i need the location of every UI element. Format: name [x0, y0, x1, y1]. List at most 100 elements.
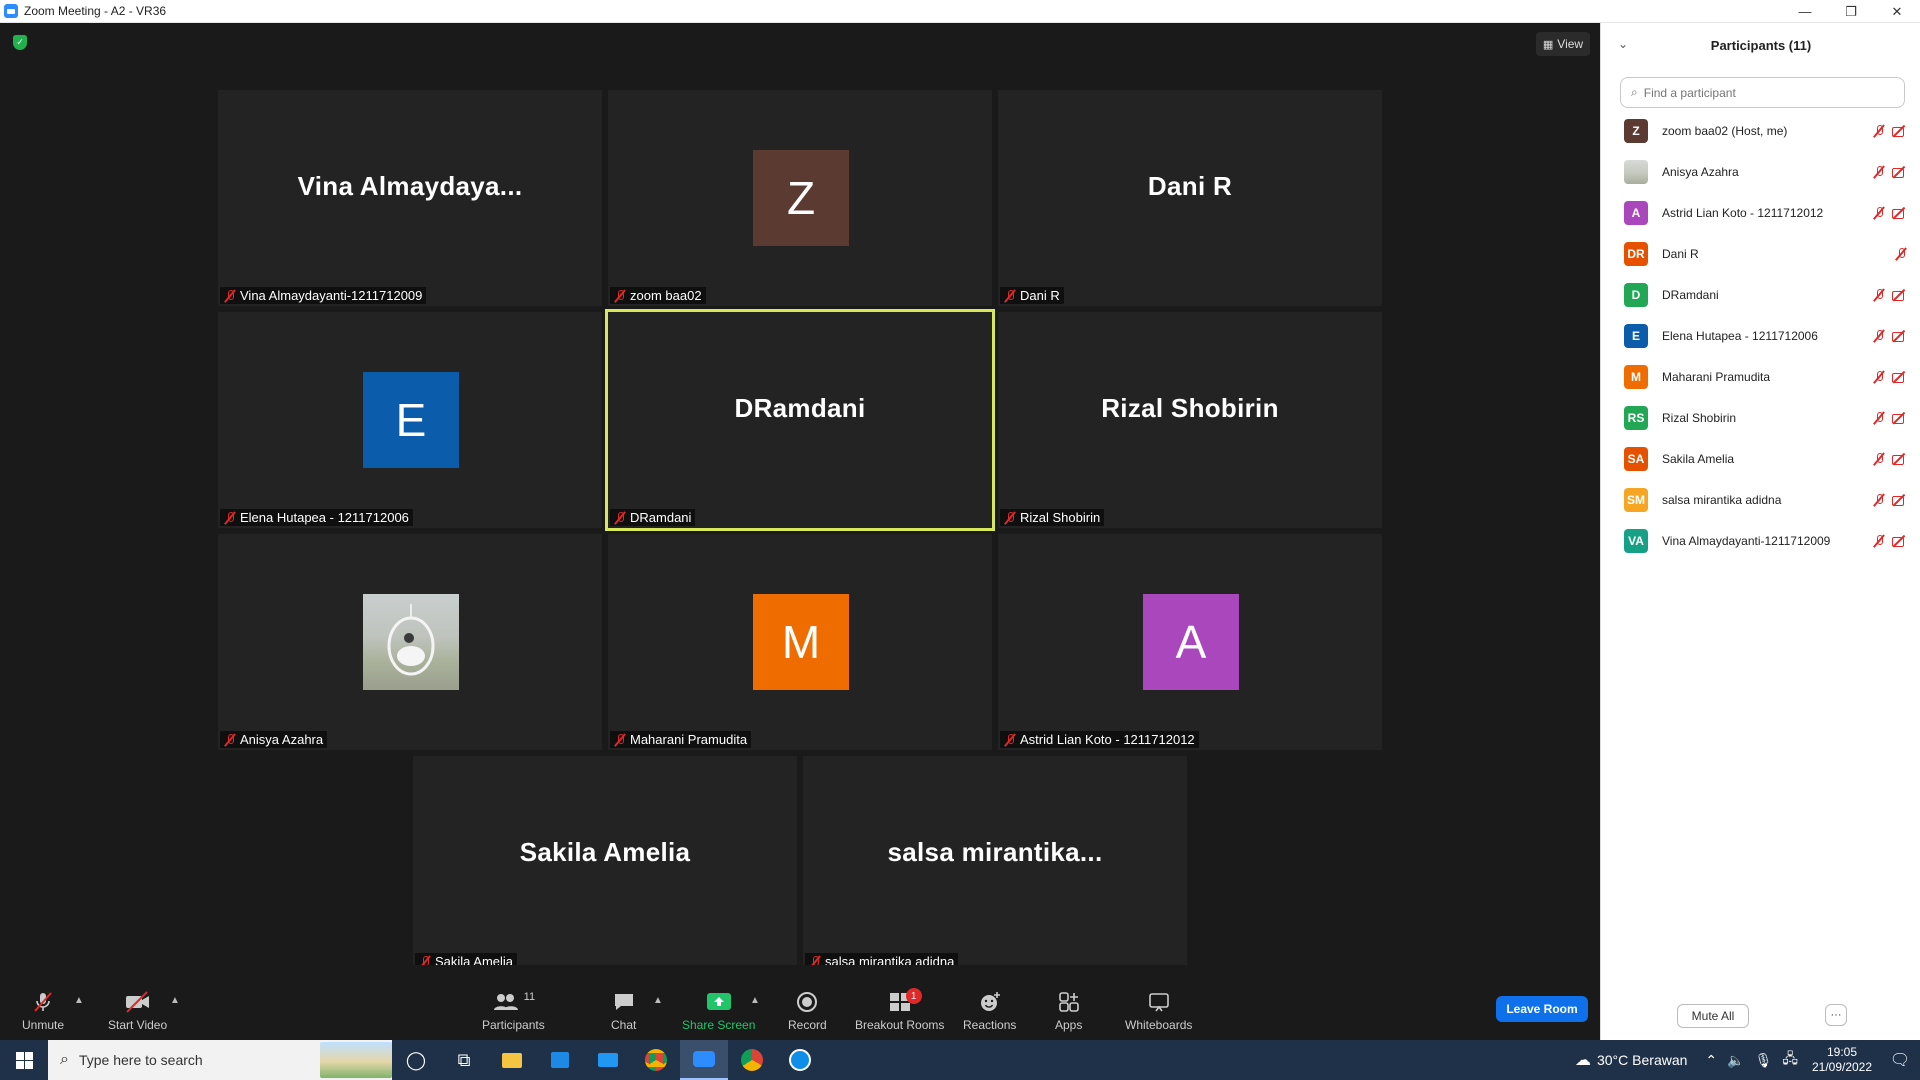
video-off-icon: [1891, 329, 1907, 343]
participant-avatar: RS: [1624, 406, 1648, 430]
video-off-icon: [1891, 288, 1907, 302]
participant-row[interactable]: DR Dani R: [1624, 239, 1909, 269]
participant-row[interactable]: M Maharani Pramudita: [1624, 362, 1909, 392]
file-explorer-icon[interactable]: [488, 1040, 536, 1080]
more-options-button[interactable]: ···: [1825, 1004, 1847, 1026]
microphone-muted-icon: [31, 990, 55, 1014]
search-highlight-art: [320, 1042, 392, 1078]
chat-options-caret-icon[interactable]: ▲: [653, 995, 663, 1006]
cortana-icon[interactable]: ◯: [392, 1040, 440, 1080]
reactions-smiley-icon: [978, 990, 1002, 1014]
view-button[interactable]: ▦ View: [1536, 32, 1590, 56]
mail-icon[interactable]: [584, 1040, 632, 1080]
video-off-icon: [1891, 124, 1907, 138]
video-tile[interactable]: M Maharani Pramudita: [608, 534, 992, 750]
weather-text[interactable]: 30°C Berawan: [1597, 1052, 1687, 1068]
view-label: View: [1557, 37, 1584, 51]
unmute-label: Unmute: [22, 1018, 65, 1032]
teamviewer-icon[interactable]: [776, 1040, 824, 1080]
chat-button[interactable]: Chat: [611, 990, 636, 1035]
tile-display-name: Rizal Shobirin: [1101, 392, 1279, 423]
microsoft-store-icon[interactable]: [536, 1040, 584, 1080]
participant-row[interactable]: SA Sakila Amelia: [1624, 444, 1909, 474]
participant-name: salsa mirantika adidna: [1662, 493, 1782, 507]
mic-muted-icon: [1873, 124, 1885, 138]
video-tile[interactable]: salsa mirantika... salsa mirantika adidn…: [803, 756, 1187, 972]
reactions-button[interactable]: Reactions: [963, 990, 1016, 1035]
breakout-rooms-icon: 1: [888, 988, 922, 1014]
window-title: Zoom Meeting - A2 - VR36: [24, 4, 167, 18]
breakout-rooms-button[interactable]: 1 Breakout Rooms: [855, 988, 944, 1035]
network-icon[interactable]: 🖧: [1782, 1048, 1798, 1072]
participant-avatar: E: [1624, 324, 1648, 348]
record-button[interactable]: Record: [788, 990, 827, 1035]
participants-button[interactable]: 11 Participants: [482, 990, 545, 1035]
start-button[interactable]: [0, 1040, 48, 1080]
chrome-icon[interactable]: [632, 1040, 680, 1080]
start-video-button[interactable]: Start Video: [108, 990, 167, 1035]
video-options-caret-icon[interactable]: ▲: [170, 995, 180, 1006]
mic-muted-icon: [224, 511, 236, 525]
video-tile[interactable]: Dani R Dani R: [998, 90, 1382, 306]
audio-options-caret-icon[interactable]: ▲: [74, 995, 84, 1006]
participant-row[interactable]: SM salsa mirantika adidna: [1624, 485, 1909, 515]
whiteboards-button[interactable]: Whiteboards: [1125, 990, 1192, 1035]
share-screen-button[interactable]: Share Screen: [682, 990, 755, 1035]
meeting-area: ✓ ▦ View Vina Almaydaya... Vina Almayday…: [0, 23, 1600, 1040]
participant-row[interactable]: VA Vina Almaydayanti-1211712009: [1624, 526, 1909, 556]
volume-icon[interactable]: 🔈: [1727, 1052, 1744, 1069]
zoom-taskbar-icon[interactable]: [680, 1040, 728, 1080]
tile-display-name: Vina Almaydaya...: [297, 170, 523, 201]
tile-label-text: Astrid Lian Koto - 1211712012: [1020, 732, 1195, 747]
unmute-button[interactable]: Unmute: [22, 990, 64, 1035]
maximize-button[interactable]: ❐: [1828, 0, 1874, 23]
participant-row[interactable]: Anisya Azahra: [1624, 157, 1909, 187]
apps-label: Apps: [1055, 1018, 1083, 1032]
notification-center-icon[interactable]: 🗨: [1880, 1050, 1920, 1070]
tile-name-label: Rizal Shobirin: [1000, 509, 1105, 526]
tile-name-label: Anisya Azahra: [220, 731, 328, 748]
minimize-button[interactable]: —: [1782, 0, 1828, 23]
tile-display-name: DRamdani: [734, 392, 866, 423]
tile-name-label: Maharani Pramudita: [610, 731, 752, 748]
taskbar-clock[interactable]: 19:05 21/09/2022: [1804, 1045, 1880, 1075]
video-tile[interactable]: Sakila Amelia Sakila Amelia: [413, 756, 797, 972]
mic-muted-icon: [1873, 329, 1885, 343]
encryption-shield-icon[interactable]: ✓: [13, 35, 27, 50]
participant-row[interactable]: E Elena Hutapea - 1211712006: [1624, 321, 1909, 351]
show-hidden-icons-chevron-icon[interactable]: ⌃: [1705, 1052, 1717, 1069]
apps-button[interactable]: Apps: [1055, 990, 1082, 1035]
participant-row[interactable]: RS Rizal Shobirin: [1624, 403, 1909, 433]
video-tile[interactable]: Vina Almaydaya... Vina Almaydayanti-1211…: [218, 90, 602, 306]
participant-search-input[interactable]: [1643, 85, 1874, 100]
share-options-caret-icon[interactable]: ▲: [750, 995, 760, 1006]
taskbar-search-box[interactable]: ⌕ Type here to search: [48, 1040, 392, 1080]
mute-all-button[interactable]: Mute All: [1677, 1004, 1749, 1028]
participant-search-field[interactable]: ⌕: [1620, 77, 1905, 108]
video-tile[interactable]: Z zoom baa02: [608, 90, 992, 306]
video-tile[interactable]: Anisya Azahra: [218, 534, 602, 750]
mic-muted-icon: [224, 733, 236, 747]
participant-name: Anisya Azahra: [1662, 165, 1739, 179]
tile-label-text: Maharani Pramudita: [630, 732, 748, 747]
participant-avatar: SA: [1624, 447, 1648, 471]
video-tile[interactable]: Rizal Shobirin Rizal Shobirin: [998, 312, 1382, 528]
mic-muted-icon: [1873, 452, 1885, 466]
close-button[interactable]: ✕: [1874, 0, 1920, 23]
video-tile[interactable]: A Astrid Lian Koto - 1211712012: [998, 534, 1382, 750]
chrome-profile-icon[interactable]: [728, 1040, 776, 1080]
participant-row[interactable]: Z zoom baa02 (Host, me): [1624, 116, 1909, 146]
mic-muted-icon: [1873, 411, 1885, 425]
microphone-icon[interactable]: 🎙: [1755, 1052, 1773, 1069]
video-tile-active-speaker[interactable]: DRamdani DRamdani: [605, 309, 995, 531]
meeting-toolbar: Unmute ▲ Start Video ▲ 11 Participants C…: [0, 965, 1600, 1040]
task-view-icon[interactable]: ⧉: [440, 1040, 488, 1080]
system-tray: ☁ 30°C Berawan ⌃ 🔈 🎙 🖧 19:05 21/09/2022 …: [1575, 1040, 1920, 1080]
hanging-chair-photo: [387, 604, 435, 676]
video-tile[interactable]: E Elena Hutapea - 1211712006: [218, 312, 602, 528]
tile-display-name: Sakila Amelia: [519, 836, 691, 867]
participant-row[interactable]: D DRamdani: [1624, 280, 1909, 310]
leave-room-button[interactable]: Leave Room: [1496, 996, 1588, 1022]
weather-cloud-icon[interactable]: ☁: [1575, 1050, 1591, 1070]
participant-row[interactable]: A Astrid Lian Koto - 1211712012: [1624, 198, 1909, 228]
